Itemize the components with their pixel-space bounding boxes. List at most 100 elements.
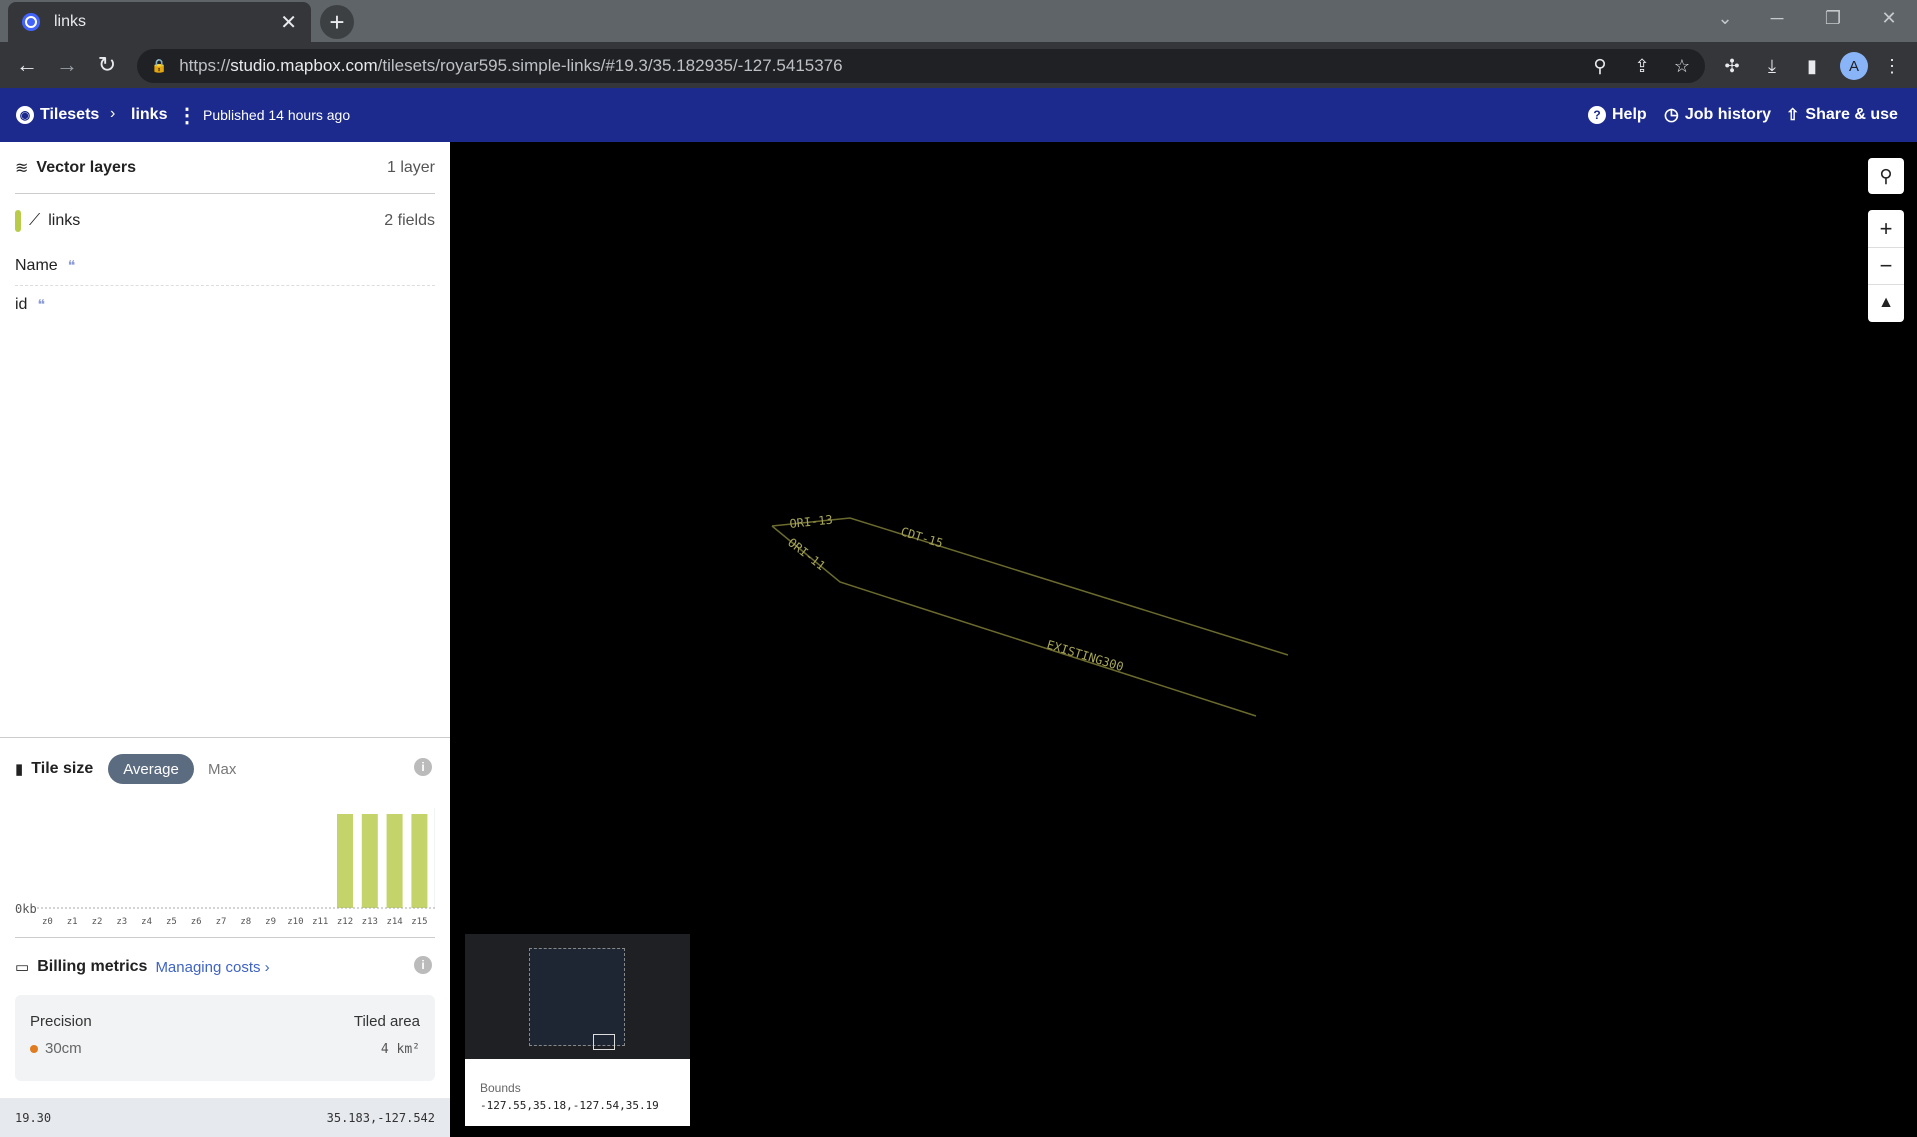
precision-value: 30cm: [45, 1040, 82, 1057]
zoom-out-icon[interactable]: −: [1868, 247, 1904, 284]
chart-tick-z12: z12: [337, 917, 353, 927]
profile-avatar[interactable]: A: [1840, 52, 1868, 80]
map-label-existing300: EXISTING300: [1045, 637, 1125, 674]
tab-search-icon[interactable]: ⌄: [1697, 0, 1753, 36]
map-search-button[interactable]: ⚲: [1868, 158, 1904, 194]
layer-item-links[interactable]: ⟋ links 2 fields: [15, 209, 435, 233]
reload-icon[interactable]: ↻: [92, 50, 122, 80]
field-name: Name: [15, 257, 58, 274]
tilesets-link[interactable]: ◉ Tilesets: [16, 106, 99, 124]
minimap[interactable]: [465, 934, 690, 1059]
chart-bar-z13[interactable]: [361, 814, 378, 908]
divider: [15, 937, 435, 938]
map-zoom-controls: + − ▲: [1868, 210, 1904, 322]
download-icon[interactable]: ⤓: [1758, 52, 1786, 80]
help-icon: ?: [1588, 106, 1606, 124]
url-path: /tilesets/royar595.simple-links/#19.3/35…: [377, 56, 843, 75]
studio-header: ◉ Tilesets › links ⋮ Published 14 hours …: [0, 88, 1917, 142]
billing-title: Billing metrics: [37, 958, 148, 975]
divider: [15, 193, 435, 194]
chart-tick-z11: z11: [312, 917, 328, 927]
tile-size-info-icon[interactable]: i: [414, 758, 432, 776]
divider: [0, 737, 450, 738]
job-history-label: Job history: [1684, 106, 1772, 123]
chart-highlight: [434, 808, 435, 908]
chart-bar-z12[interactable]: [337, 814, 353, 908]
field-divider: [15, 285, 435, 286]
tiled-area-label: Tiled area: [353, 1013, 420, 1030]
forward-icon[interactable]: →: [52, 50, 82, 80]
string-type-icon: ❝: [37, 297, 45, 313]
chart-tick-z2: z2: [92, 917, 103, 927]
zoom-in-icon[interactable]: +: [1880, 210, 1893, 247]
url-host: studio.mapbox.com: [230, 56, 378, 75]
new-tab-button[interactable]: +: [320, 5, 354, 39]
help-label: Help: [1612, 106, 1647, 123]
address-bar[interactable]: 🔒 https://studio.mapbox.com/tilesets/roy…: [137, 49, 1705, 83]
chart-tick-z8: z8: [240, 917, 251, 927]
tile-size-chart: 0kb z0 z1 z2 z3 z4 z5 z6 z7 z8 z9 z10 z11 z12 z13 z14 z…: [15, 808, 435, 927]
managing-costs-link[interactable]: Managing costs ›: [155, 959, 269, 976]
published-status: Published 14 hours ago: [203, 107, 351, 123]
share-icon: ⇧: [1786, 107, 1800, 124]
layer-color-swatch: [15, 210, 21, 232]
tab-title: links: [54, 13, 87, 30]
zoom-readout: 19.30: [15, 1110, 52, 1125]
restore-icon[interactable]: ❐: [1805, 0, 1861, 36]
tab-close-icon[interactable]: ✕: [280, 10, 297, 35]
side-panel-icon[interactable]: ▮: [1798, 52, 1826, 80]
bounds-label: Bounds: [480, 1081, 521, 1095]
chart-bar-z14[interactable]: [386, 814, 403, 908]
share-use-label: Share & use: [1805, 106, 1898, 123]
link-line-lower: [771, 525, 1257, 717]
close-window-icon[interactable]: ✕: [1861, 0, 1917, 36]
bar-chart-icon: ▮: [15, 761, 24, 778]
chart-tick-z4: z4: [141, 917, 152, 927]
precision-label: Precision: [30, 1013, 92, 1030]
billing-card: Precision Tiled area 30cm 4 km²: [15, 995, 435, 1081]
bounds-box: Bounds -127.55,35.18,-127.54,35.19: [465, 1059, 690, 1126]
compass-icon[interactable]: ▲: [1868, 284, 1904, 321]
extensions-icon[interactable]: ✣: [1718, 52, 1746, 80]
average-toggle[interactable]: Average: [108, 754, 194, 784]
chart-bar-z15[interactable]: [411, 814, 428, 908]
line-layer-icon: ⟋: [29, 212, 41, 229]
chart-tick-z7: z7: [216, 917, 227, 927]
coords-readout: 35.183,-127.542: [326, 1110, 435, 1125]
map-label-cdt-15: CDT-15: [899, 524, 945, 550]
minimap-viewport[interactable]: [593, 1034, 615, 1050]
string-type-icon: ❝: [67, 258, 76, 274]
tiled-area-value: 4 km²: [380, 1042, 420, 1057]
precision-dot: [30, 1045, 38, 1053]
billing-header: ▭ Billing metrics Managing costs ›: [15, 955, 435, 979]
layer-field-count: 2 fields: [384, 212, 435, 229]
zoom-icon[interactable]: ⚲: [1586, 52, 1614, 80]
share-page-icon[interactable]: ⇪: [1628, 52, 1656, 80]
job-history-link[interactable]: ◷ Job history: [1664, 105, 1771, 125]
billing-info-icon[interactable]: i: [414, 956, 432, 974]
help-link[interactable]: ? Help: [1588, 106, 1647, 124]
mapbox-favicon-icon: [22, 13, 40, 31]
url-prefix: https://: [179, 56, 231, 75]
vector-layers-title: Vector layers: [36, 159, 137, 176]
credit-card-icon: ▭: [15, 959, 30, 976]
tilesets-label: Tilesets: [40, 106, 100, 123]
more-options-icon[interactable]: ⋮: [177, 103, 197, 128]
chart-tick-z14: z14: [386, 917, 402, 927]
browser-tab[interactable]: links ✕: [8, 2, 311, 42]
back-icon[interactable]: ←: [12, 50, 42, 80]
menu-icon[interactable]: ⋮: [1878, 52, 1906, 80]
minimize-icon[interactable]: ─: [1749, 0, 1805, 36]
chart-tick-z10: z10: [287, 917, 303, 927]
bookmark-star-icon[interactable]: ☆: [1668, 52, 1696, 80]
map-label-ori-11: ORI-11: [785, 535, 828, 573]
tileset-panel: [0, 142, 450, 1137]
share-use-link[interactable]: ⇧ Share & use: [1786, 105, 1898, 125]
max-toggle[interactable]: Max: [208, 754, 236, 784]
chart-tick-z1: z1: [67, 917, 78, 927]
layers-icon: ≋: [15, 160, 29, 177]
breadcrumb-current[interactable]: links: [131, 106, 167, 124]
tile-size-header: ▮ Tile size: [15, 757, 93, 781]
layer-name: links: [48, 212, 81, 229]
tile-size-title: Tile size: [31, 760, 94, 777]
